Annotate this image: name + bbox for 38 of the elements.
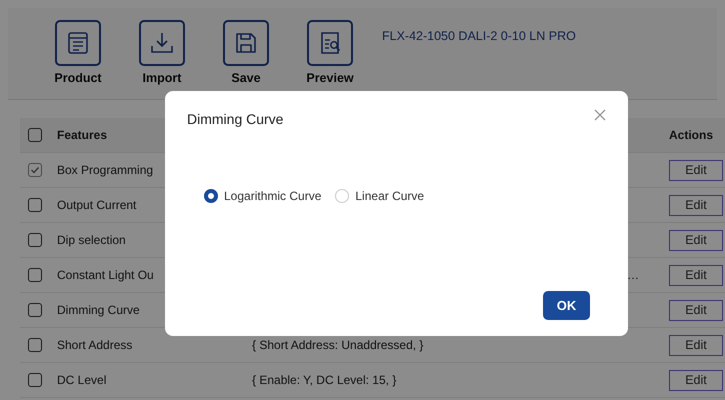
- checkbox[interactable]: [28, 303, 42, 317]
- column-header: Actions: [669, 128, 714, 142]
- column-header: Features: [57, 128, 108, 142]
- table-cell: { Short Address: Unaddressed, }: [252, 338, 424, 352]
- toolbar-button[interactable]: Import: [120, 20, 204, 85]
- table-cell-text: Output Current: [57, 198, 138, 212]
- table-cell-text: DC Level: [57, 373, 108, 387]
- radio-label[interactable]: Linear Curve: [355, 189, 424, 203]
- checkbox[interactable]: [28, 233, 42, 247]
- product-name: FLX-42-1050 DALI-2 0-10 LN PRO: [382, 29, 576, 45]
- toolbar-button[interactable]: Save: [204, 20, 288, 85]
- edit-button[interactable]: Edit: [669, 264, 723, 286]
- checkbox[interactable]: [28, 268, 42, 282]
- radio-label[interactable]: Logarithmic Curve: [224, 189, 322, 203]
- table-cell: …: [627, 268, 639, 282]
- table-cell-text: Dimming Curve: [57, 303, 141, 317]
- checkmark-icon: [30, 165, 40, 175]
- checkbox[interactable]: [28, 373, 42, 387]
- table-cell: { Enable: Y, DC Level: 15, }: [252, 373, 396, 387]
- edit-button[interactable]: Edit: [669, 334, 723, 356]
- checkbox[interactable]: [28, 163, 42, 177]
- checkbox[interactable]: [28, 198, 42, 212]
- toolbar-button[interactable]: Product: [36, 20, 120, 85]
- edit-button[interactable]: Edit: [669, 300, 723, 320]
- ok-button[interactable]: OK: [543, 291, 590, 320]
- edit-button[interactable]: Edit: [669, 160, 723, 180]
- table-cell-text: Constant Light Ou: [57, 268, 155, 282]
- table-cell-text: Dip selection: [57, 233, 127, 247]
- table-cell-text: Box Programming: [57, 163, 154, 177]
- table-cell-text: Short Address: [57, 338, 134, 352]
- radio-button[interactable]: [204, 189, 218, 203]
- dialog-title: Dimming Curve: [187, 111, 284, 127]
- toolbar-button[interactable]: Preview: [288, 20, 372, 85]
- edit-button[interactable]: Edit: [669, 370, 723, 390]
- edit-button[interactable]: Edit: [669, 194, 723, 216]
- checkbox[interactable]: [28, 128, 42, 142]
- checkbox[interactable]: [28, 338, 42, 352]
- edit-button[interactable]: Edit: [669, 230, 723, 250]
